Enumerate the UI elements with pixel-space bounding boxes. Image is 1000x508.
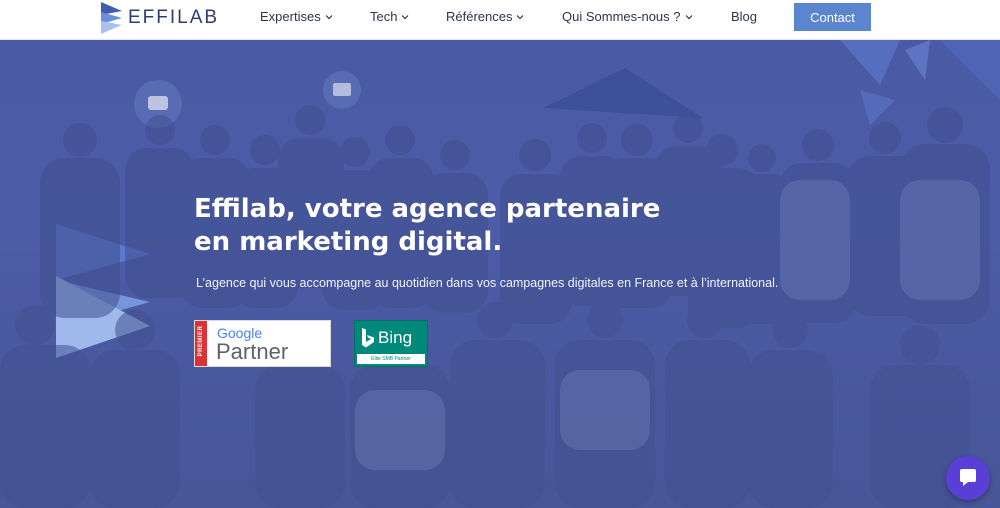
hero-title: Effilab, votre agence partenaire en mark… [194,193,754,259]
team-photo-background [0,40,1000,508]
chevron-down-icon [517,14,524,19]
premier-label: PREMIER [198,325,204,357]
logo-text: EFFILAB [128,7,220,28]
nav-label: Expertises [260,9,321,24]
chat-bubble-icon [960,469,976,486]
nav-label: Tech [370,9,398,24]
nav-item-tech[interactable]: Tech [370,9,409,24]
chevron-down-icon [685,14,692,19]
bing-partner-label: Elite SMB Partner [357,354,425,364]
hero-subtitle: L’agence qui vous accompagne au quotidie… [196,276,779,290]
nav-item-expertises[interactable]: Expertises [260,9,333,24]
nav-item-references[interactable]: Références [446,9,524,24]
bing-partner-badge[interactable]: Bing Elite SMB Partner [354,320,428,367]
google-partner-label: Partner [216,339,289,364]
contact-button[interactable]: Contact [794,3,871,31]
nav-label: Blog [731,9,758,24]
nav-label: Qui Sommes-nous ? [562,9,681,24]
hero-section: Effilab, votre agence partenaire en mark… [0,40,1000,508]
bing-wordmark: Bing [378,328,413,347]
chevron-down-icon [402,14,409,19]
nav-item-qui-sommes-nous[interactable]: Qui Sommes-nous ? [562,9,693,24]
chat-launcher-button[interactable] [946,456,990,500]
effilab-logo[interactable]: EFFILAB [101,2,219,34]
effilab-logo-icon [101,2,122,34]
nav-item-blog[interactable]: Blog [731,9,757,24]
hero-title-line-2: en marketing digital. [194,227,503,257]
chevron-down-icon [325,14,333,19]
site-header: EFFILAB Expertises Tech Références Qui S… [0,0,1000,40]
google-partner-badge[interactable]: PREMIER Google Partner [194,320,331,367]
nav-label: Références [446,9,513,24]
bing-logo-icon [362,328,374,348]
hero-title-line-1: Effilab, votre agence partenaire [194,194,661,224]
